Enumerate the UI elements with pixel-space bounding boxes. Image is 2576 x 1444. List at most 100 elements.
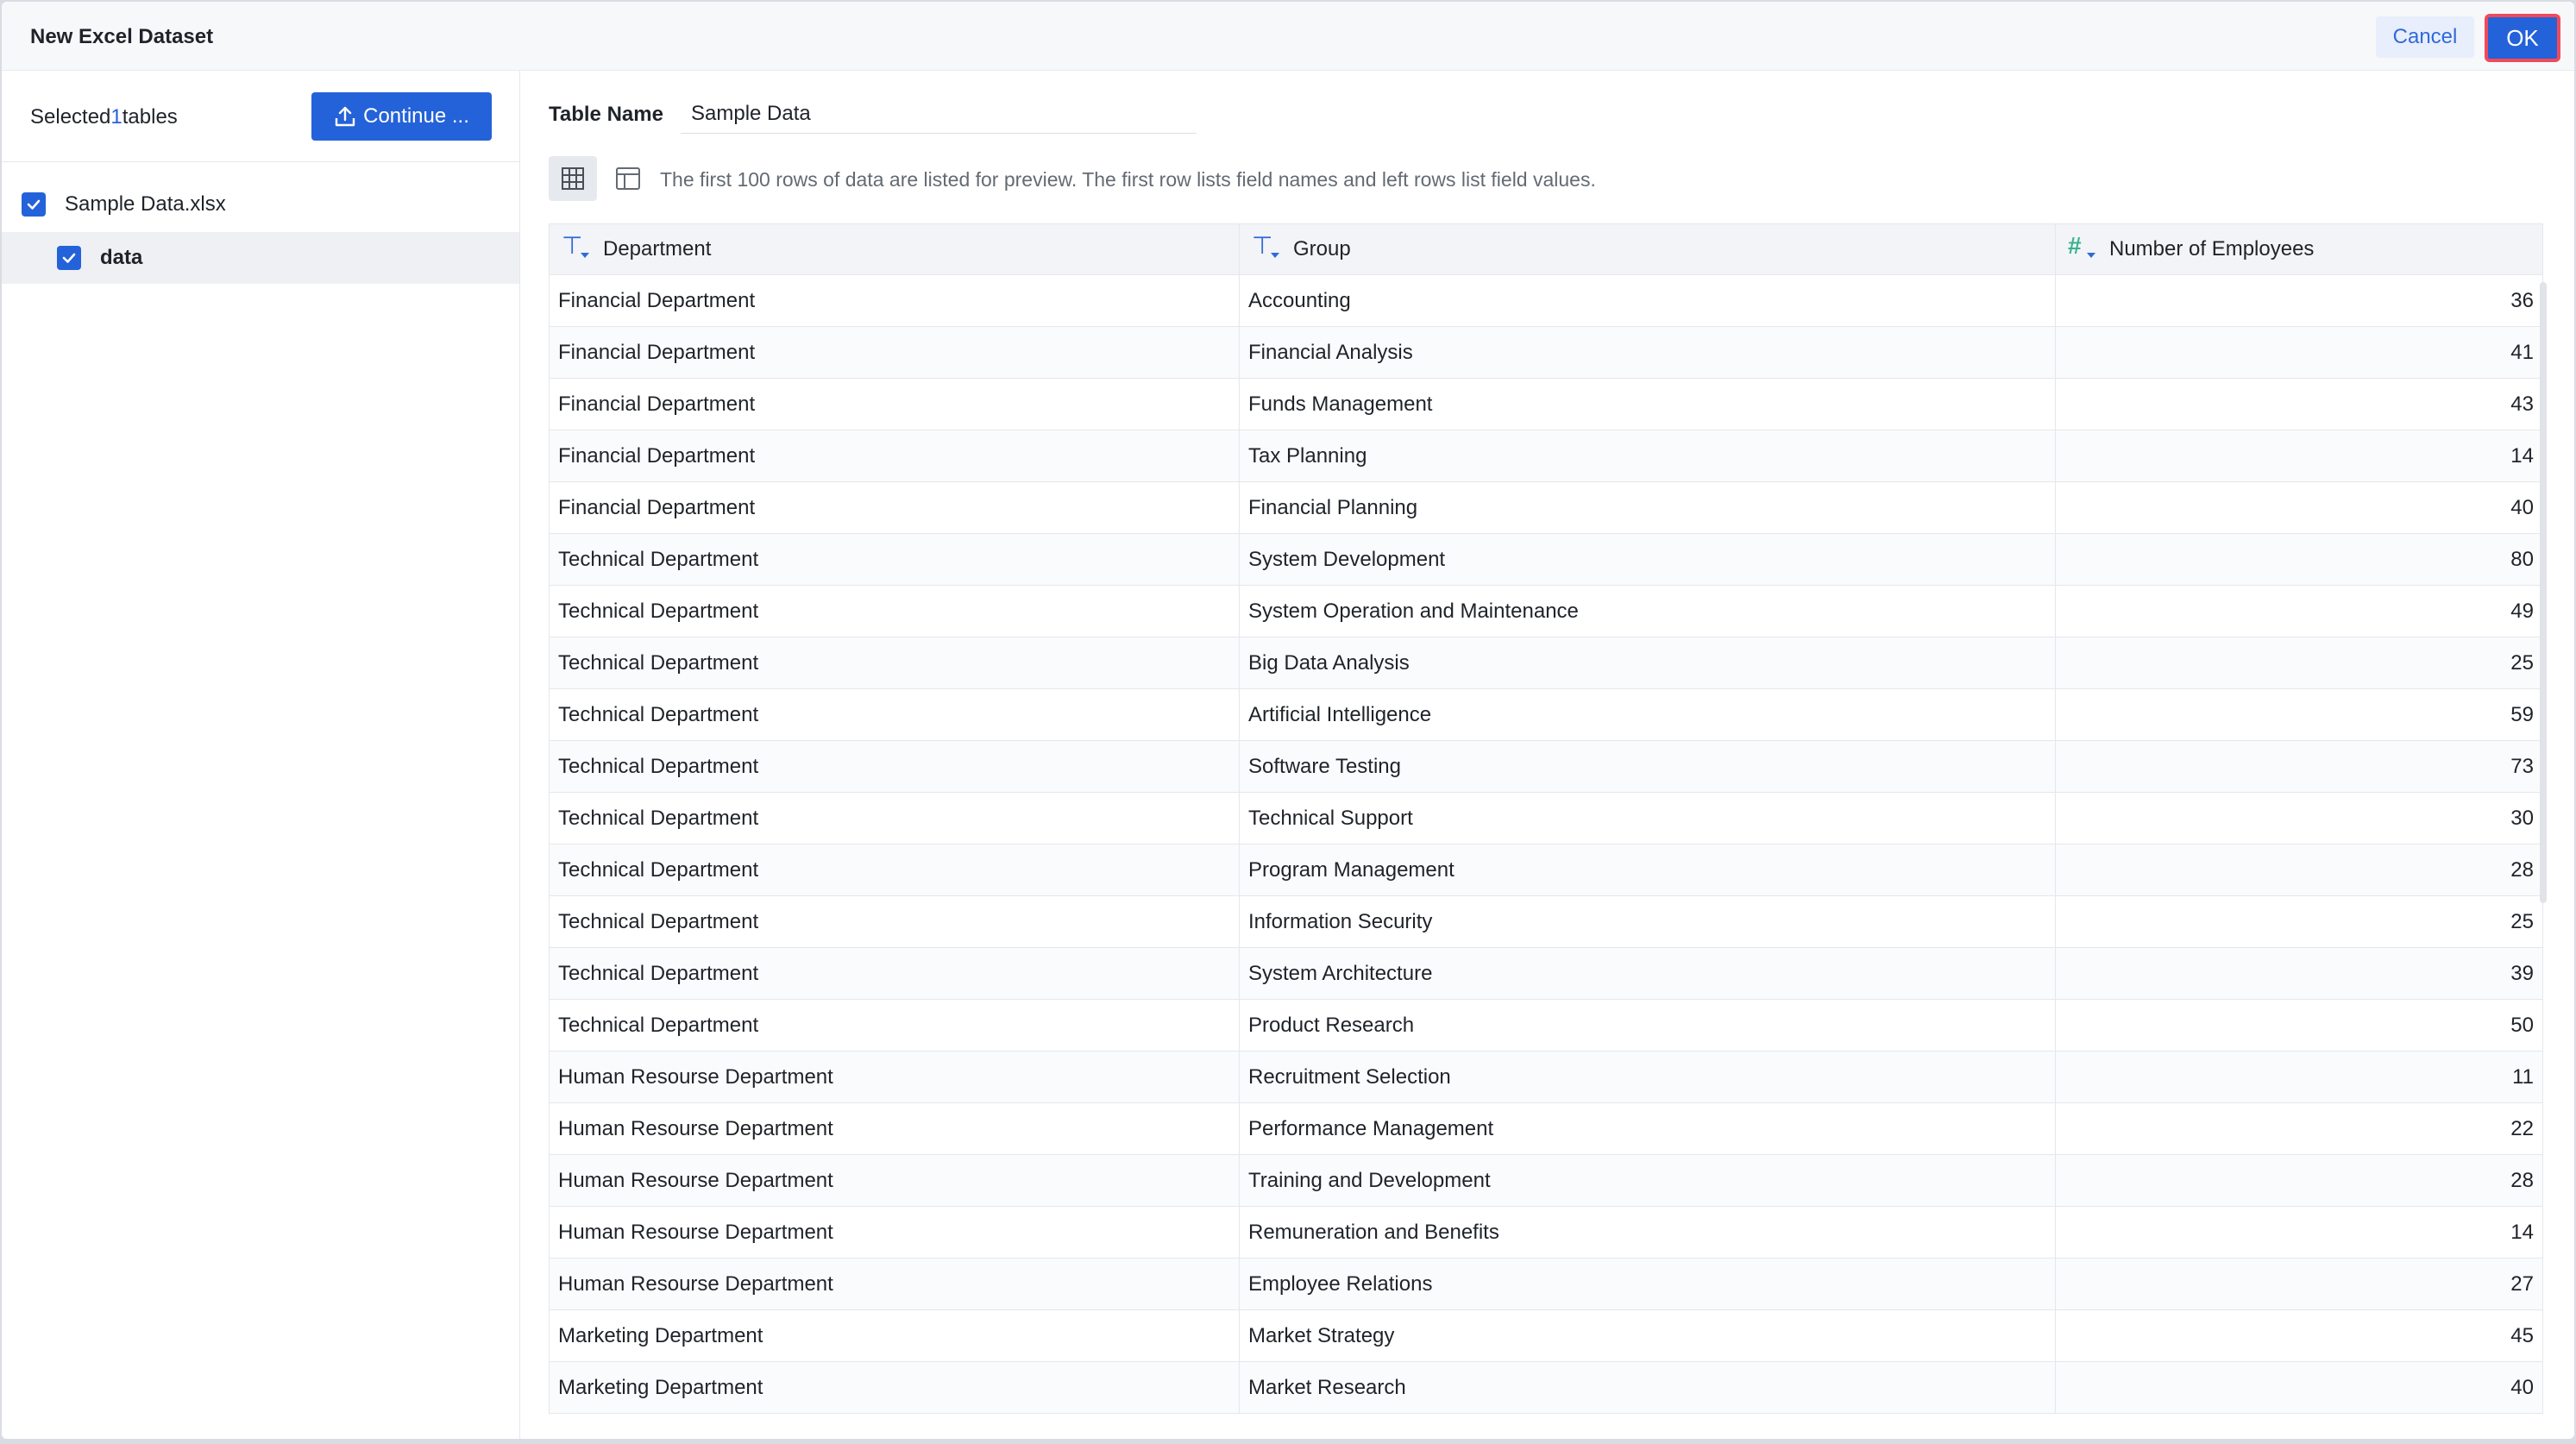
- text-type-icon[interactable]: ⊤: [562, 234, 591, 265]
- cell-number-of-employees: 11: [2055, 1051, 2543, 1103]
- preview-hint: The first 100 rows of data are listed fo…: [660, 168, 1596, 191]
- column-header-number-of-employees[interactable]: # Number of Employees: [2055, 223, 2543, 275]
- cell-group: Financial Planning: [1239, 481, 2056, 534]
- cell-number-of-employees: 45: [2055, 1309, 2543, 1362]
- cell-department: Human Resourse Department: [549, 1258, 1240, 1310]
- grid-view-button[interactable]: [549, 156, 597, 201]
- cell-department: Technical Department: [549, 637, 1240, 689]
- column-name: Department: [603, 237, 712, 261]
- cancel-button[interactable]: Cancel: [2376, 16, 2474, 58]
- selected-count-text: Selected1tables: [30, 105, 178, 129]
- cell-department: Technical Department: [549, 740, 1240, 793]
- number-type-icon[interactable]: #: [2068, 234, 2097, 265]
- file-checkbox[interactable]: [22, 192, 46, 217]
- cell-group: Financial Analysis: [1239, 326, 2056, 379]
- divider: [2, 161, 519, 162]
- cell-department: Technical Department: [549, 844, 1240, 896]
- cell-number-of-employees: 50: [2055, 999, 2543, 1052]
- grid-view-icon: [562, 167, 584, 190]
- cell-number-of-employees: 25: [2055, 895, 2543, 948]
- cell-department: Technical Department: [549, 585, 1240, 637]
- vertical-scrollbar[interactable]: [2540, 282, 2547, 903]
- table-layout-button[interactable]: [613, 163, 644, 194]
- cell-group: Employee Relations: [1239, 1258, 2056, 1310]
- cell-department: Human Resourse Department: [549, 1206, 1240, 1259]
- cell-group: System Development: [1239, 533, 2056, 586]
- tree-item-file[interactable]: Sample Data.xlsx: [2, 179, 519, 230]
- continue-upload-button[interactable]: Continue ...: [311, 92, 492, 141]
- table-row: Technical Department System Operation and…: [549, 585, 2543, 637]
- table-selection-panel: Selected1tables Continue ... Sample Data…: [2, 71, 520, 1439]
- cell-group: Recruitment Selection: [1239, 1051, 2056, 1103]
- cell-department: Technical Department: [549, 947, 1240, 1000]
- selected-count: 1: [110, 105, 123, 129]
- preview-panel: Table Name Sample Data The first 100 row…: [520, 71, 2574, 1439]
- cell-group: System Operation and Maintenance: [1239, 585, 2056, 637]
- dialog-title: New Excel Dataset: [30, 25, 214, 48]
- table-name-input[interactable]: Sample Data: [681, 94, 1197, 134]
- cell-group: Market Strategy: [1239, 1309, 2056, 1362]
- cell-group: Software Testing: [1239, 740, 2056, 793]
- table-row: Human Resourse Department Training and De…: [549, 1154, 2543, 1207]
- cell-department: Marketing Department: [549, 1361, 1240, 1414]
- cell-number-of-employees: 27: [2055, 1258, 2543, 1310]
- cell-department: Financial Department: [549, 430, 1240, 482]
- cell-group: Information Security: [1239, 895, 2056, 948]
- cell-group: Training and Development: [1239, 1154, 2056, 1207]
- cell-number-of-employees: 41: [2055, 326, 2543, 379]
- table-body: Financial Department Accounting 36 Financia…: [549, 274, 2543, 1414]
- cell-group: Technical Support: [1239, 792, 2056, 844]
- table-row: Technical Department Technical Support 30: [549, 792, 2543, 844]
- column-header-group[interactable]: ⊤ Group: [1239, 223, 2056, 275]
- table-row: Financial Department Accounting 36: [549, 274, 2543, 327]
- table-row: Technical Department System Architecture 3…: [549, 947, 2543, 1000]
- cell-number-of-employees: 43: [2055, 378, 2543, 430]
- table-row: Financial Department Financial Analysis 41: [549, 326, 2543, 379]
- cell-department: Financial Department: [549, 481, 1240, 534]
- preview-table: ⊤ Department ⊤ Group # Number of Employe…: [549, 223, 2543, 1414]
- cell-group: Performance Management: [1239, 1102, 2056, 1155]
- cell-group: Funds Management: [1239, 378, 2056, 430]
- sheet-name: data: [100, 246, 143, 269]
- cell-department: Technical Department: [549, 999, 1240, 1052]
- dialog-header: New Excel Dataset Cancel OK: [2, 2, 2574, 71]
- column-header-department[interactable]: ⊤ Department: [549, 223, 1240, 275]
- tree-item-sheet[interactable]: data: [2, 232, 519, 284]
- cell-group: Market Research: [1239, 1361, 2056, 1414]
- table-row: Human Resourse Department Remuneration an…: [549, 1206, 2543, 1259]
- table-row: Financial Department Tax Planning 14: [549, 430, 2543, 482]
- cell-department: Technical Department: [549, 533, 1240, 586]
- cell-group: Remuneration and Benefits: [1239, 1206, 2056, 1259]
- table-row: Technical Department Program Management 28: [549, 844, 2543, 896]
- table-row: Technical Department Product Research 50: [549, 999, 2543, 1052]
- cell-group: Artificial Intelligence: [1239, 688, 2056, 741]
- cell-number-of-employees: 25: [2055, 637, 2543, 689]
- table-row: Human Resourse Department Performance Man…: [549, 1102, 2543, 1155]
- checkmark-icon: [62, 253, 76, 263]
- cell-number-of-employees: 40: [2055, 481, 2543, 534]
- cell-group: Big Data Analysis: [1239, 637, 2056, 689]
- text-type-icon[interactable]: ⊤: [1252, 234, 1281, 265]
- ok-button[interactable]: OK: [2485, 14, 2560, 62]
- cell-group: Accounting: [1239, 274, 2056, 327]
- table-name-label: Table Name: [549, 103, 663, 126]
- cell-department: Financial Department: [549, 378, 1240, 430]
- cell-number-of-employees: 80: [2055, 533, 2543, 586]
- cell-group: System Architecture: [1239, 947, 2056, 1000]
- cell-department: Financial Department: [549, 274, 1240, 327]
- column-name: Group: [1293, 237, 1351, 261]
- table-row: Human Resourse Department Recruitment Sel…: [549, 1051, 2543, 1103]
- cell-department: Human Resourse Department: [549, 1102, 1240, 1155]
- table-row: Technical Department Information Security…: [549, 895, 2543, 948]
- selected-prefix: Selected: [30, 105, 111, 129]
- sheet-checkbox[interactable]: [57, 246, 81, 270]
- new-excel-dataset-dialog: New Excel Dataset Cancel OK Selected1tab…: [2, 2, 2574, 1439]
- cell-department: Marketing Department: [549, 1309, 1240, 1362]
- cell-number-of-employees: 40: [2055, 1361, 2543, 1414]
- cell-department: Technical Department: [549, 688, 1240, 741]
- cell-number-of-employees: 49: [2055, 585, 2543, 637]
- table-row: Human Resourse Department Employee Relati…: [549, 1258, 2543, 1310]
- cell-group: Product Research: [1239, 999, 2056, 1052]
- cell-department: Human Resourse Department: [549, 1154, 1240, 1207]
- table-row: Technical Department Big Data Analysis 25: [549, 637, 2543, 689]
